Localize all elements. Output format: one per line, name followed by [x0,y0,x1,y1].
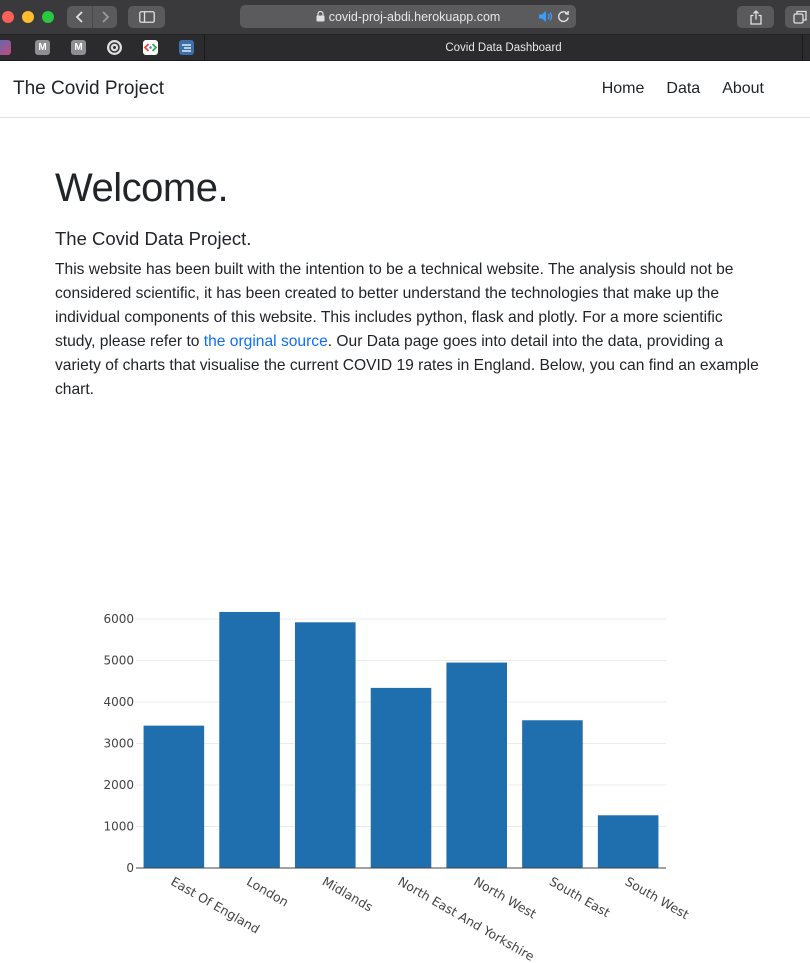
x-tick-label: London [244,874,291,910]
y-tick-label: 1000 [103,820,134,834]
bar [370,687,432,868]
x-tick-label: South West [623,874,692,923]
y-tick-label: 4000 [103,695,134,709]
x-tick-label: Midlands [320,874,376,915]
x-tick-label: North West [471,874,539,922]
bar [219,611,280,868]
bar [522,720,583,868]
y-tick-label: 3000 [103,737,134,751]
y-tick-label: 6000 [103,612,134,626]
y-tick-label: 5000 [103,654,134,668]
bar [143,725,205,868]
bar [597,815,659,868]
bar [446,662,507,868]
x-tick-label: South East [547,874,613,921]
bar [295,622,356,868]
y-tick-label: 0 [126,861,134,875]
y-tick-label: 2000 [103,778,134,792]
bar-chart: 0100020003000400050006000East Of England… [103,611,692,963]
x-tick-label: North East And Yorkshire [396,874,538,963]
